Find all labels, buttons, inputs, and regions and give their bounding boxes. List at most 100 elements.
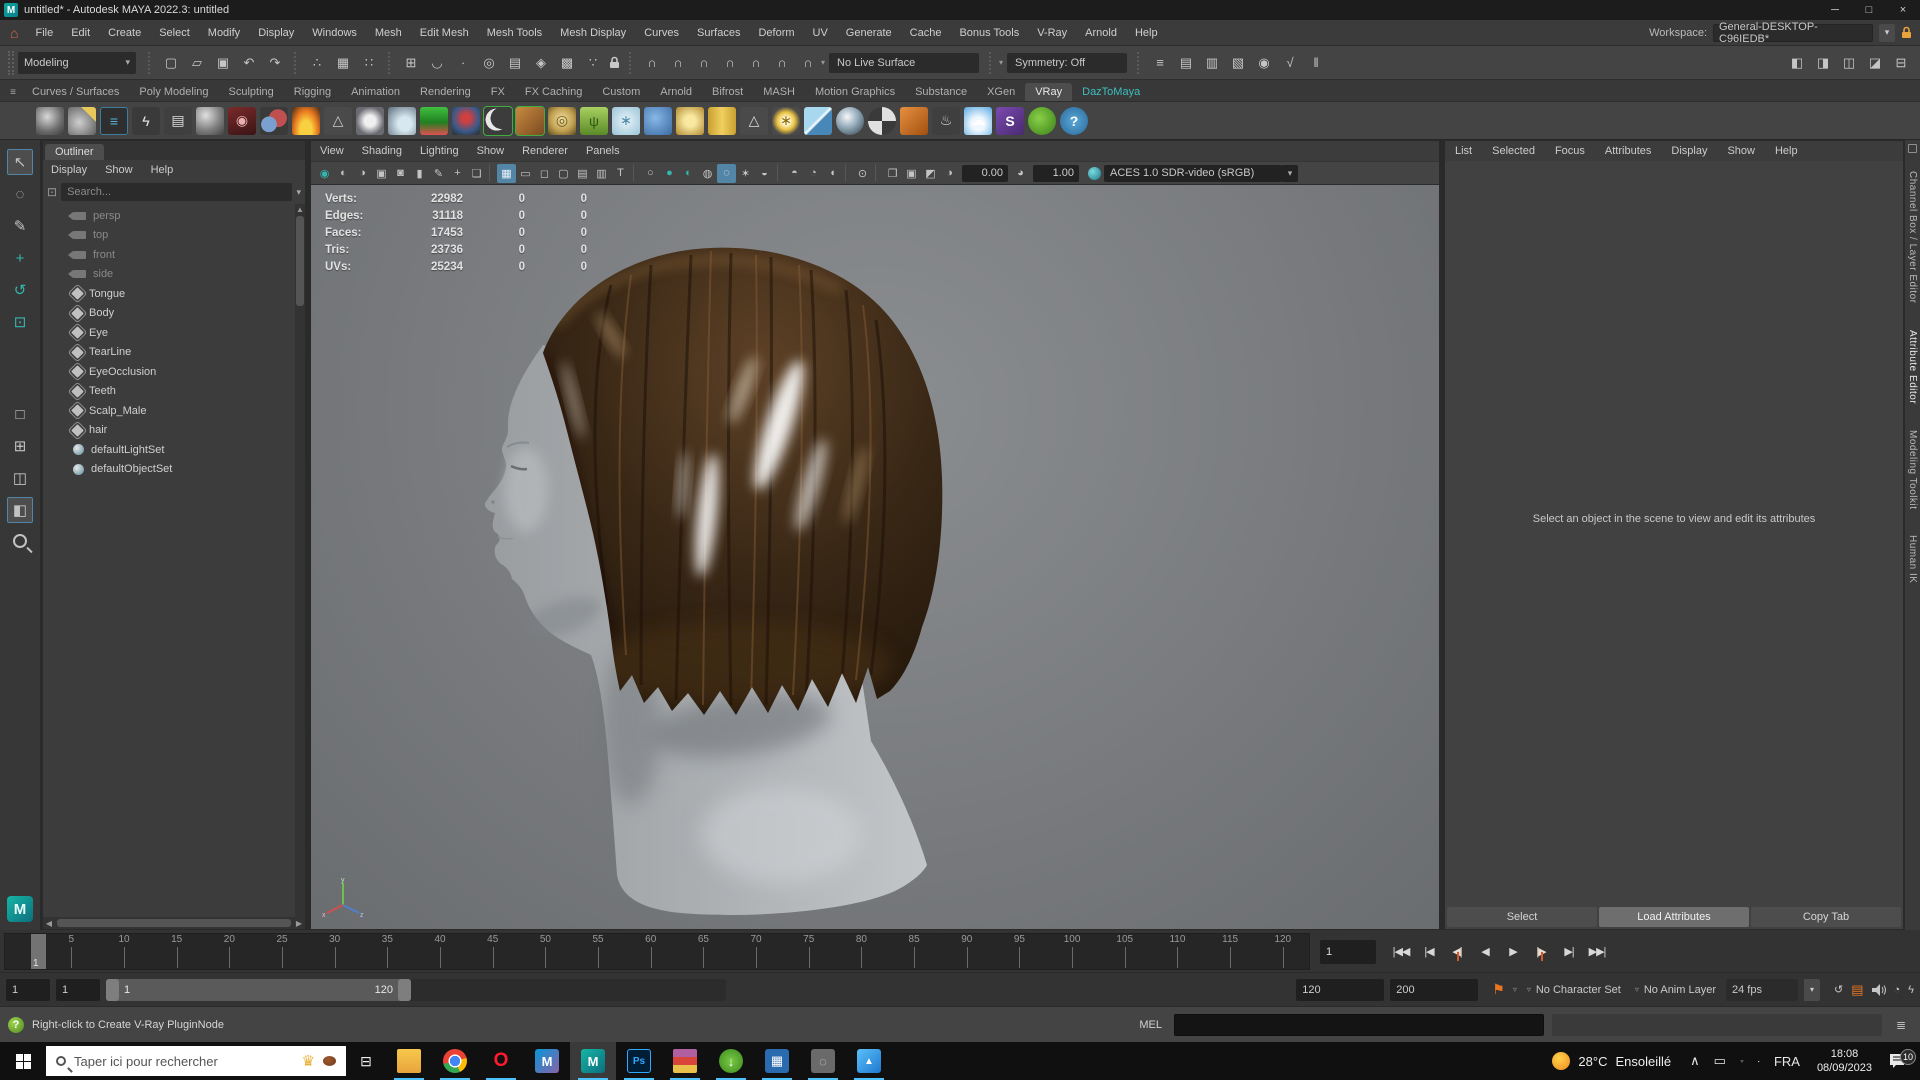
view-next-icon[interactable]: ◑	[353, 164, 372, 183]
shelf-tab[interactable]: Curves / Surfaces	[22, 83, 129, 101]
script-editor-icon[interactable]: ≣	[1890, 1014, 1912, 1036]
graph-editor-button[interactable]: ▧	[1226, 51, 1250, 75]
grid-toggle-icon[interactable]: ▦	[497, 163, 516, 183]
playblast-icon[interactable]: ▤	[1851, 982, 1863, 998]
two-d-pan-zoom-icon[interactable]: +	[448, 164, 467, 183]
viewport-canvas[interactable]: Verts: 22982 0 0 Edges: 31118 0 0 Faces:…	[311, 185, 1439, 929]
open-scene-button[interactable]: ▱	[185, 51, 209, 75]
chevron-down-icon[interactable]: ▾	[821, 58, 825, 67]
viewport-menu-item[interactable]: Shading	[353, 145, 411, 157]
outliner-tab[interactable]: Outliner	[45, 144, 104, 160]
xray-mode-icon[interactable]: ◌	[717, 163, 736, 183]
vray-rect-light-icon[interactable]	[356, 106, 384, 135]
tray-chevron-icon[interactable]: ∧	[1683, 1053, 1707, 1069]
make-live-button[interactable]: ◈	[529, 51, 553, 75]
layout-two-pane-button[interactable]: ◫	[7, 465, 33, 491]
start-button[interactable]	[0, 1042, 46, 1080]
notification-center-button[interactable]: 10	[1882, 1049, 1920, 1069]
idm-app[interactable]: ↓	[708, 1042, 754, 1080]
anti-aliasing-icon[interactable]: ◖	[823, 164, 842, 183]
animation-start-field[interactable]: 1	[6, 978, 50, 1001]
shelf-tab[interactable]: Rendering	[410, 83, 481, 101]
menu-item[interactable]: V-Ray	[1028, 20, 1076, 46]
step-back-key-button[interactable]: ◀|	[1444, 940, 1470, 964]
snap-magnet-live-button[interactable]: ∩	[770, 51, 794, 75]
snap-together-button[interactable]: ∵	[581, 51, 605, 75]
menu-item[interactable]: UV	[804, 20, 837, 46]
viewport-menu-item[interactable]: Show	[468, 145, 514, 157]
select-object-button[interactable]: ▦	[331, 51, 355, 75]
chevron-down-icon[interactable]: ▾	[296, 187, 301, 198]
view-previous-icon[interactable]: ◐	[334, 164, 353, 183]
pause-viewport-button[interactable]: ‖	[1304, 51, 1328, 75]
bookmark-icon[interactable]: ⚑	[1492, 981, 1505, 998]
list-item[interactable]: defaultLightSet	[43, 440, 305, 460]
construction-history-button[interactable]: √	[1278, 51, 1302, 75]
snap-magnet-curve-button[interactable]: ∩	[666, 51, 690, 75]
menu-item[interactable]: Arnold	[1076, 20, 1126, 46]
vray-frame-buffer-icon[interactable]: ◉	[315, 164, 334, 183]
menu-item[interactable]: File	[26, 20, 62, 46]
menu-item[interactable]: Display	[249, 20, 303, 46]
attribute-editor-toggle-button[interactable]: ◫	[1837, 51, 1861, 75]
field-chart-icon[interactable]: ▤	[573, 164, 592, 183]
anim-layer-select[interactable]: ▿ No Anim Layer	[1631, 979, 1720, 1001]
winrar-app[interactable]	[662, 1042, 708, 1080]
chevron-down-icon[interactable]: ▾	[999, 58, 1003, 67]
xgen-grass-icon[interactable]: ψ	[580, 106, 608, 135]
explorer-app[interactable]	[386, 1042, 432, 1080]
menu-item[interactable]: Mesh Tools	[478, 20, 551, 46]
menu-item[interactable]: Cache	[901, 20, 951, 46]
workspace-select[interactable]: General-DESKTOP-C96IEDB*	[1713, 21, 1873, 45]
snap-view-plane-button[interactable]: ▤	[503, 51, 527, 75]
shelf-tab[interactable]: FX	[481, 83, 515, 101]
weather-widget[interactable]: 28°C Ensoleillé	[1540, 1052, 1683, 1070]
vray-lattice-sphere-icon[interactable]: ◎	[548, 106, 576, 135]
layout-single-pane-button[interactable]: □	[7, 401, 33, 427]
menu-item[interactable]: Windows	[303, 20, 366, 46]
play-backwards-button[interactable]: ◀	[1472, 940, 1498, 964]
attribute-editor-button[interactable]: Copy Tab	[1751, 907, 1901, 927]
shelf-tab[interactable]: Animation	[341, 83, 410, 101]
playback-start-field[interactable]: 1	[56, 978, 100, 1001]
shelf-tab[interactable]: XGen	[977, 83, 1025, 101]
menu-item[interactable]: Bonus Tools	[950, 20, 1028, 46]
menu-item[interactable]: Mesh	[366, 20, 411, 46]
opera-app[interactable]: O	[478, 1042, 524, 1080]
grease-pencil-icon[interactable]: ❏	[467, 164, 486, 183]
redo-button[interactable]: ↷	[263, 51, 287, 75]
step-forward-frame-button[interactable]: ▶|	[1556, 940, 1582, 964]
lock-selection-icon[interactable]	[609, 56, 620, 69]
hypergraph-button[interactable]: ▥	[1200, 51, 1224, 75]
timeline-ruler[interactable]: 5 10 15 20 25 30 35 40 45 50 55 60 65 70 75 80 85 90 95 100…	[4, 933, 1310, 970]
film-gate-icon[interactable]: ▭	[516, 164, 535, 183]
viewport-menu-item[interactable]: Renderer	[513, 145, 577, 157]
scale-tool[interactable]: ⊡	[7, 309, 33, 335]
menu-item[interactable]: Mesh Display	[551, 20, 635, 46]
channel-box-toggle-button[interactable]: ⊟	[1889, 51, 1913, 75]
vray-proxy-export-icon[interactable]	[36, 106, 64, 135]
filter-icon[interactable]: ⊡	[47, 185, 57, 199]
paint3d-app[interactable]: ◌	[800, 1042, 846, 1080]
maya-app[interactable]: M	[524, 1042, 570, 1080]
animation-end-field[interactable]: 200	[1390, 978, 1479, 1001]
attribute-editor-button[interactable]: Load Attributes	[1599, 907, 1749, 927]
minimize-button[interactable]: ─	[1818, 0, 1852, 20]
workspace-dropdown-arrow[interactable]: ▾	[1879, 23, 1895, 42]
evaluation-icon[interactable]: ϟ	[1908, 984, 1914, 996]
wireframe-on-shaded-icon[interactable]: ◍	[698, 164, 717, 183]
sidebar-tab[interactable]: Attribute Editor	[1907, 330, 1918, 404]
maya-running-app[interactable]: M	[570, 1042, 616, 1080]
viewport-menu-item[interactable]: Panels	[577, 145, 629, 157]
task-view-button[interactable]: ⊟	[346, 1042, 386, 1080]
separator[interactable]	[875, 164, 880, 182]
image-snapshot-icon[interactable]: ◩	[921, 164, 940, 183]
input-operations-button[interactable]: ≡	[1148, 51, 1172, 75]
snap-projected-center-button[interactable]: ◎	[477, 51, 501, 75]
vray-sphere-icon[interactable]	[196, 106, 224, 135]
list-item[interactable]: Teeth	[43, 382, 305, 402]
kettle-icon[interactable]: ♨	[932, 106, 960, 135]
list-item[interactable]: Eye	[43, 323, 305, 343]
vray-dome-light-icon[interactable]: △	[324, 106, 352, 135]
vray-spheres-icon[interactable]	[260, 106, 288, 135]
